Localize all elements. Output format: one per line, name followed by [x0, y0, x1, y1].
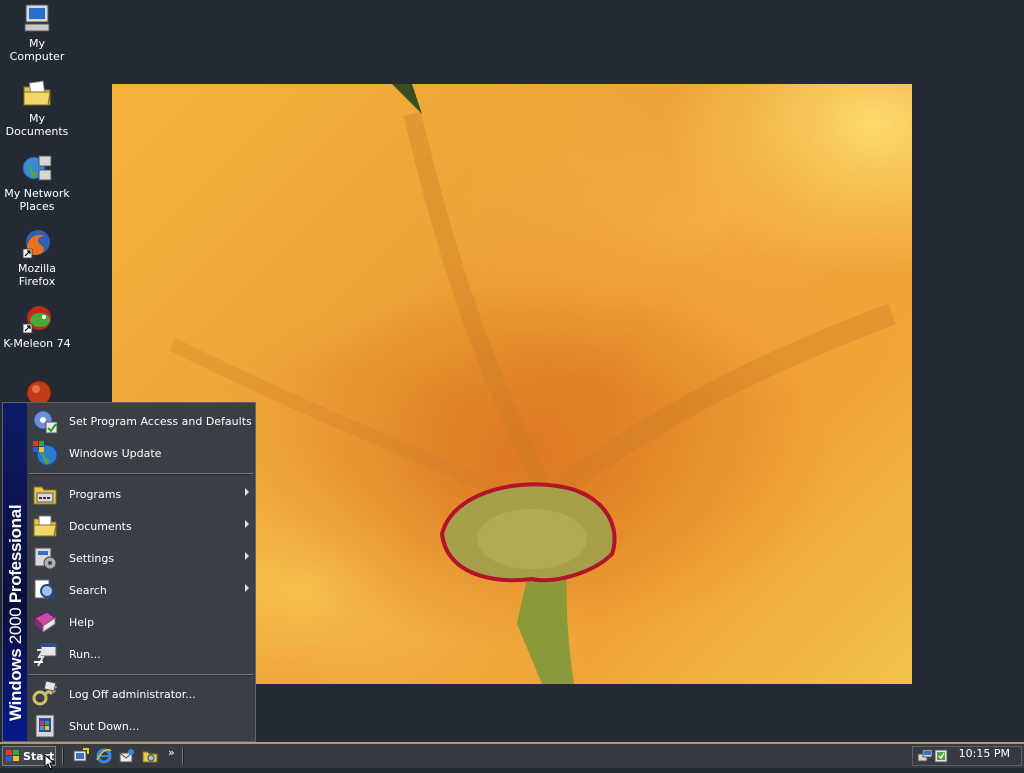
- taskbar-separator: [62, 747, 64, 765]
- quicklaunch-explorer-icon[interactable]: [142, 748, 158, 764]
- desktop-icon-mozilla-firefox[interactable]: Mozilla Firefox: [0, 227, 74, 288]
- desktop-icon-label: K-Meleon 74: [3, 337, 71, 350]
- programs-folder-icon: [31, 480, 59, 508]
- shut-down-icon: [31, 712, 59, 740]
- network-globe-icon: [21, 152, 53, 184]
- quicklaunch-show-desktop-icon[interactable]: [73, 748, 89, 764]
- submenu-arrow-icon: [245, 488, 249, 496]
- desktop-icon-my-documents[interactable]: My Documents: [0, 77, 74, 138]
- submenu-arrow-icon: [245, 552, 249, 560]
- run-icon: [31, 640, 59, 668]
- menu-item-search[interactable]: Search: [29, 575, 255, 605]
- computer-icon: [21, 2, 53, 34]
- settings-icon: [31, 544, 59, 572]
- desktop-icon-label: My Documents: [5, 112, 69, 138]
- menu-item-label: Help: [69, 615, 95, 629]
- desktop-icon-label: My Network Places: [4, 187, 70, 213]
- menu-item-documents[interactable]: Documents: [29, 511, 255, 541]
- menu-item-label: Shut Down...: [69, 719, 140, 733]
- menu-item-programs[interactable]: Programs: [29, 479, 255, 509]
- menu-item-windows-update[interactable]: Windows Update: [29, 438, 255, 468]
- menu-item-run[interactable]: Run...: [29, 639, 255, 669]
- k-meleon-icon: [21, 302, 53, 334]
- help-book-icon: [31, 608, 59, 636]
- log-off-icon: [31, 680, 59, 708]
- desktop-icon-label: Mozilla Firefox: [18, 262, 56, 288]
- menu-item-label: Programs: [69, 487, 122, 501]
- menu-item-help[interactable]: Help: [29, 607, 255, 637]
- program-access-icon: [31, 407, 59, 435]
- search-icon: [31, 576, 59, 604]
- menu-item-log-off[interactable]: Log Off administrator...: [29, 679, 255, 709]
- desktop-icon-k-meleon[interactable]: K-Meleon 74: [0, 302, 74, 350]
- menu-item-settings[interactable]: Settings: [29, 543, 255, 573]
- start-menu-banner: Windows 2000 Professional: [3, 403, 27, 741]
- menu-item-label: Documents: [69, 519, 132, 533]
- windows-flag-icon: [6, 750, 20, 762]
- scheduler-tray-icon[interactable]: [933, 748, 949, 764]
- taskbar: Start » 10:15 PM: [0, 742, 1024, 768]
- desktop-icon-my-computer[interactable]: My Computer: [0, 2, 74, 63]
- menu-item-label: Run...: [69, 647, 101, 661]
- taskbar-clock[interactable]: 10:15 PM: [959, 747, 1010, 760]
- menu-item-label: Set Program Access and Defaults: [69, 414, 252, 428]
- menu-separator: [29, 674, 253, 676]
- firefox-icon: [21, 227, 53, 259]
- documents-folder-icon: [31, 512, 59, 540]
- desktop-icon-label: My Computer: [9, 37, 65, 63]
- menu-item-shut-down[interactable]: Shut Down...: [29, 711, 255, 741]
- menu-item-label: Settings: [69, 551, 115, 565]
- menu-separator: [29, 473, 253, 475]
- quicklaunch-overflow-chevron[interactable]: »: [168, 746, 175, 759]
- mouse-cursor-icon: [44, 753, 56, 773]
- menu-item-set-program-access[interactable]: Set Program Access and Defaults: [29, 406, 255, 436]
- desktop-icon-my-network-places[interactable]: My Network Places: [0, 152, 74, 213]
- network-tray-icon[interactable]: [917, 748, 933, 764]
- taskbar-separator: [182, 747, 184, 765]
- menu-item-label: Search: [69, 583, 107, 597]
- documents-folder-icon: [21, 77, 53, 109]
- windows-update-icon: [31, 439, 59, 467]
- menu-item-label: Windows Update: [69, 446, 162, 460]
- quicklaunch-internet-explorer-icon[interactable]: [96, 748, 112, 764]
- menu-item-label: Log Off administrator...: [69, 687, 196, 701]
- start-menu: Windows 2000 Professional Set Program Ac…: [2, 402, 256, 742]
- submenu-arrow-icon: [245, 584, 249, 592]
- submenu-arrow-icon: [245, 520, 249, 528]
- windows-2000-professional-label: Windows 2000 Professional: [6, 504, 25, 721]
- quicklaunch-outlook-express-icon[interactable]: [119, 748, 135, 764]
